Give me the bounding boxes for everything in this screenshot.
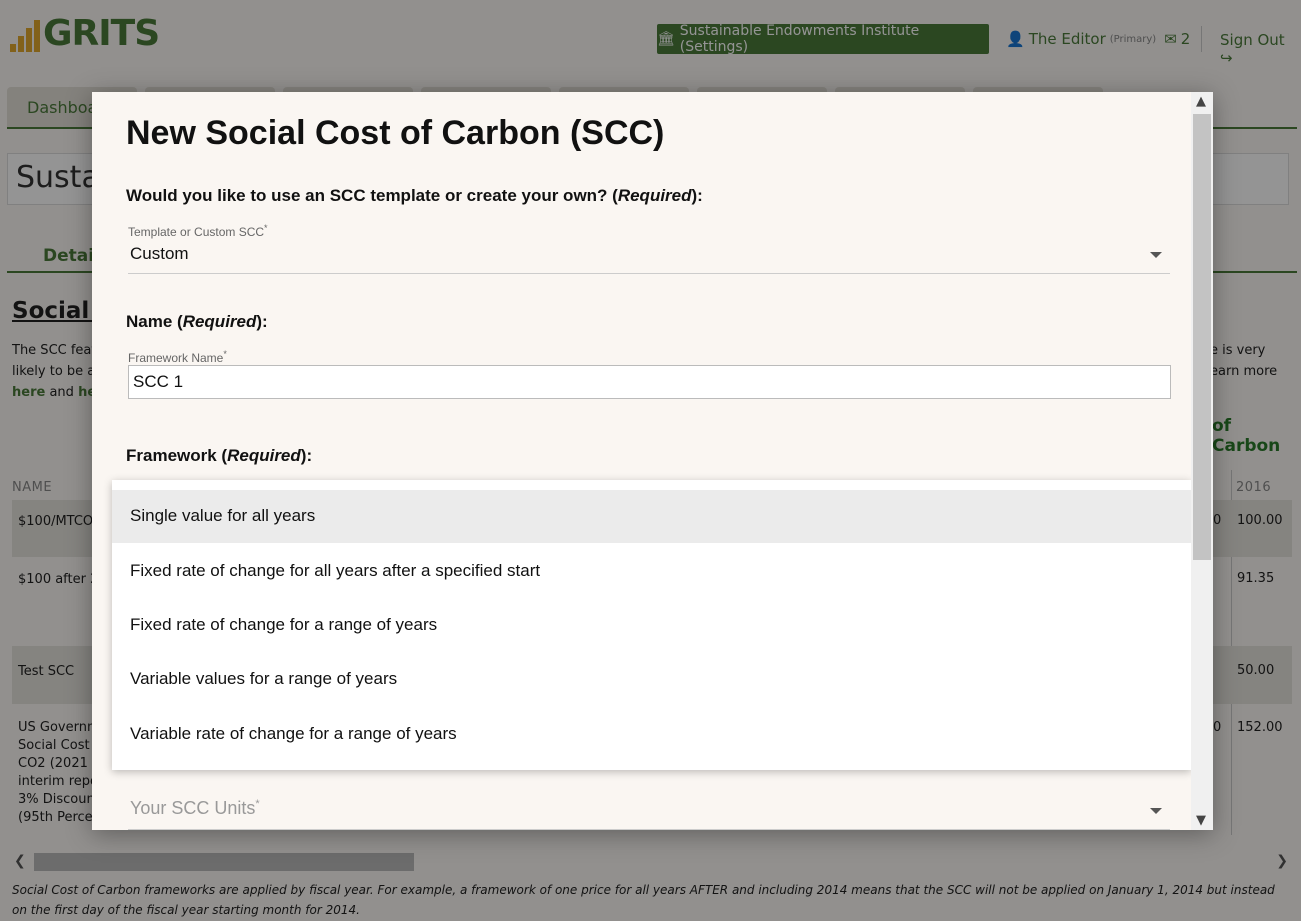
question-suffix: ):	[300, 446, 313, 465]
label-text: Framework Name	[128, 351, 224, 365]
required-text: Required	[617, 186, 692, 205]
chevron-up-icon[interactable]: ▲	[1196, 94, 1206, 109]
name-label: Framework Name*	[128, 349, 227, 365]
template-label: Template or Custom SCC*	[128, 223, 268, 239]
question-text: Would you like to use an SCC template or…	[126, 186, 618, 205]
required-asterisk: *	[264, 223, 268, 233]
question-text: Name (	[126, 312, 183, 331]
modal-title: New Social Cost of Carbon (SCC)	[126, 114, 665, 152]
framework-dropdown-menu: Single value for all years Fixed rate of…	[112, 480, 1191, 770]
required-asterisk: *	[223, 349, 227, 359]
question-suffix: ):	[691, 186, 703, 205]
framework-question: Framework (Required):	[126, 446, 312, 466]
caret-down-icon	[1150, 252, 1162, 258]
framework-option[interactable]: Variable rate of change for a range of y…	[112, 708, 1191, 761]
scc-units-select[interactable]: Your SCC Units*	[128, 792, 1170, 830]
caret-down-icon	[1150, 808, 1162, 814]
name-question: Name (Required):	[126, 312, 268, 332]
required-text: Required	[227, 446, 301, 465]
question-suffix: ):	[256, 312, 268, 331]
framework-option[interactable]: Fixed rate of change for all years after…	[112, 545, 1191, 598]
modal-scrollbar[interactable]: ▲ ▼	[1191, 92, 1213, 830]
required-text: Required	[182, 312, 257, 331]
template-question: Would you like to use an SCC template or…	[126, 186, 703, 206]
chevron-down-icon[interactable]: ▼	[1196, 813, 1206, 828]
select-value: Custom	[130, 244, 189, 263]
framework-name-input[interactable]: SCC 1	[128, 365, 1171, 399]
required-asterisk: *	[255, 798, 260, 810]
template-select[interactable]: Custom	[128, 238, 1170, 274]
framework-option[interactable]: Single value for all years	[112, 490, 1191, 543]
new-scc-modal: New Social Cost of Carbon (SCC) Would yo…	[92, 92, 1213, 830]
scrollbar-thumb[interactable]	[1193, 114, 1211, 560]
label-text: Template or Custom SCC	[128, 225, 265, 239]
units-placeholder: Your SCC Units	[130, 798, 256, 818]
question-text: Framework (	[126, 446, 228, 465]
framework-option[interactable]: Fixed rate of change for a range of year…	[112, 599, 1191, 652]
framework-option[interactable]: Variable values for a range of years	[112, 653, 1191, 706]
